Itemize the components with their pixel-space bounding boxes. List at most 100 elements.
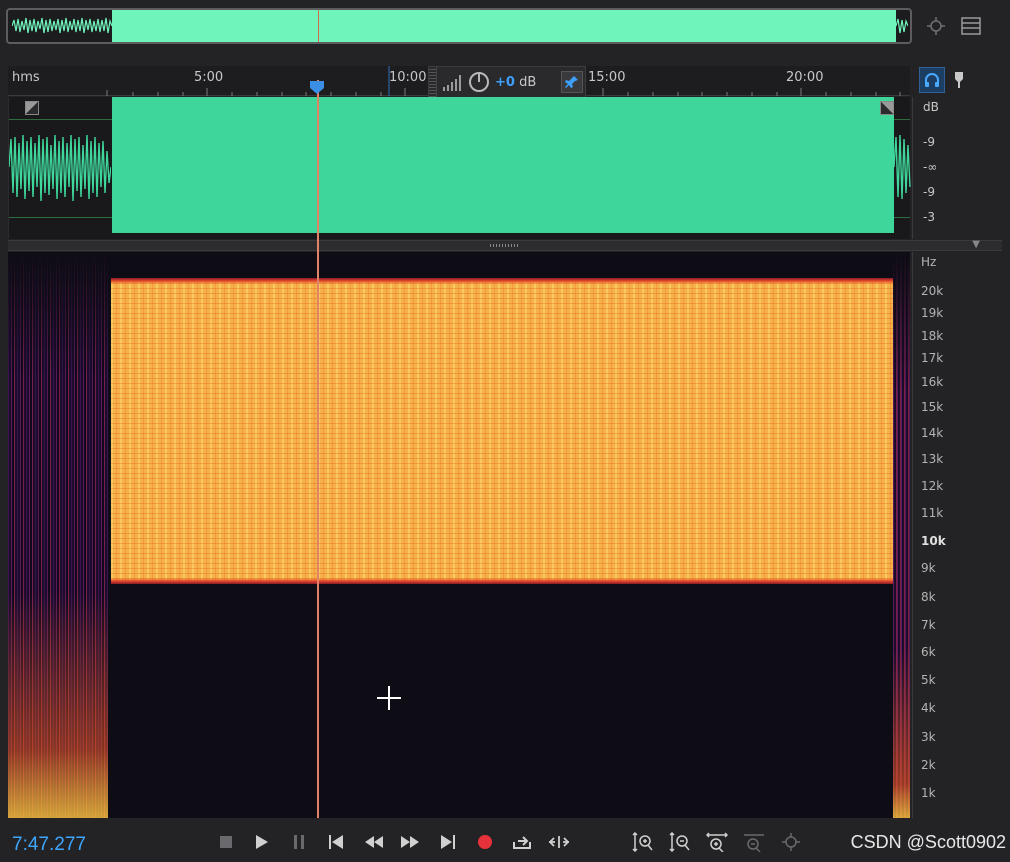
playhead-line[interactable] bbox=[317, 80, 319, 818]
db-unit: dB bbox=[923, 100, 939, 114]
zoom-in-amplitude-icon bbox=[632, 832, 653, 852]
rewind-button[interactable] bbox=[361, 830, 387, 854]
zoom-out-amplitude-icon bbox=[669, 832, 690, 852]
pause-icon bbox=[294, 835, 304, 849]
playhead-handle[interactable] bbox=[309, 80, 325, 94]
transport-bar: 7:47.277 CSDN @Scott0902 bbox=[0, 822, 1010, 862]
hz-label: 18k bbox=[921, 329, 944, 343]
waveform-selection[interactable] bbox=[112, 97, 894, 233]
zoom-out-time-button[interactable] bbox=[741, 830, 767, 854]
pin-icon bbox=[565, 76, 578, 88]
fast-forward-button[interactable] bbox=[397, 830, 423, 854]
level-bars-icon bbox=[443, 75, 461, 91]
menu-list-icon[interactable] bbox=[959, 14, 983, 38]
overview-playhead bbox=[318, 10, 319, 42]
pause-button[interactable] bbox=[286, 830, 312, 854]
hz-label: 6k bbox=[921, 645, 936, 659]
hz-label: 19k bbox=[921, 306, 944, 320]
splitter-grip[interactable] bbox=[490, 244, 518, 247]
crosshair-cursor bbox=[388, 686, 390, 710]
zoom-out-time-icon bbox=[744, 834, 764, 852]
waveform-view[interactable] bbox=[8, 97, 911, 239]
hz-label: 15k bbox=[921, 400, 944, 414]
rewind-icon bbox=[365, 836, 383, 848]
spectrogram-band bbox=[111, 278, 893, 584]
spectrogram-left-noise bbox=[8, 252, 108, 818]
record-icon bbox=[478, 835, 492, 849]
zoom-selection-button[interactable] bbox=[778, 830, 804, 854]
gain-value: +0 bbox=[495, 74, 515, 90]
loop-export-icon bbox=[513, 836, 531, 849]
hz-label: 9k bbox=[921, 561, 936, 575]
headphones-icon[interactable] bbox=[919, 67, 945, 93]
ruler-label: 5:00 bbox=[194, 70, 224, 85]
hz-label: 5k bbox=[921, 673, 936, 687]
waveform-left bbox=[9, 134, 111, 202]
ruler-unit: hms bbox=[12, 70, 40, 85]
overview-selection[interactable] bbox=[112, 10, 896, 42]
db-label: -9 bbox=[923, 135, 935, 149]
skip-to-start-button[interactable] bbox=[323, 830, 349, 854]
overview-navigator[interactable] bbox=[6, 8, 912, 44]
skip-back-icon bbox=[329, 835, 343, 849]
gain-hud[interactable]: +0 dB bbox=[428, 66, 586, 98]
panel-splitter[interactable]: ▼ bbox=[8, 239, 1002, 251]
zoom-fit-icon[interactable] bbox=[924, 14, 948, 38]
zoom-in-amplitude-button[interactable] bbox=[630, 830, 656, 854]
gain-knob-icon[interactable] bbox=[467, 70, 491, 94]
hz-label: 14k bbox=[921, 426, 944, 440]
hz-label: 1k bbox=[921, 786, 936, 800]
hz-label: 7k bbox=[921, 618, 936, 632]
skip-forward-icon bbox=[441, 835, 455, 849]
db-label: -3 bbox=[923, 210, 935, 224]
db-label: -9 bbox=[923, 185, 935, 199]
hz-unit: Hz bbox=[921, 255, 937, 269]
ruler-label: 15:00 bbox=[588, 70, 626, 85]
hz-label: 20k bbox=[921, 284, 944, 298]
hz-label: 16k bbox=[921, 375, 944, 389]
loop-button[interactable] bbox=[509, 830, 535, 854]
fast-forward-icon bbox=[401, 836, 419, 848]
db-scale: dB -9 -∞ -9 -3 bbox=[912, 97, 1002, 239]
overview-waveform-right bbox=[896, 18, 908, 34]
zoom-in-time-icon bbox=[706, 832, 728, 852]
hz-label: 11k bbox=[921, 506, 944, 520]
pin-hud-button[interactable] bbox=[561, 71, 583, 93]
hz-label: 4k bbox=[921, 701, 936, 715]
stop-button[interactable] bbox=[213, 830, 239, 854]
watermark-text: CSDN @Scott0902 bbox=[850, 832, 1006, 852]
overview-waveform-left bbox=[12, 17, 112, 34]
spectrogram-view[interactable] bbox=[8, 252, 910, 818]
skip-button[interactable] bbox=[546, 830, 572, 854]
ruler-label: 20:00 bbox=[786, 70, 824, 85]
skip-to-end-button[interactable] bbox=[435, 830, 461, 854]
time-readout[interactable]: 7:47.277 bbox=[12, 834, 86, 856]
waveform-right bbox=[894, 134, 911, 200]
ruler-label: 10:00 bbox=[389, 70, 427, 85]
zoom-out-amplitude-button[interactable] bbox=[667, 830, 693, 854]
hud-grip[interactable] bbox=[429, 67, 437, 97]
spectrogram-right-noise bbox=[893, 252, 910, 818]
frequency-scale: Hz 20k 19k 18k 17k 16k 15k 14k 13k 12k 11k 10k 9k 8k… bbox=[912, 252, 1002, 818]
marker-pin-icon[interactable] bbox=[946, 67, 972, 93]
hz-label: 2k bbox=[921, 758, 936, 772]
fade-out-handle[interactable] bbox=[880, 101, 894, 115]
fade-in-handle[interactable] bbox=[25, 101, 39, 115]
zoom-in-time-button[interactable] bbox=[704, 830, 730, 854]
hz-label: 10k bbox=[921, 534, 946, 548]
gain-readout[interactable]: +0 dB bbox=[495, 75, 536, 90]
record-button[interactable] bbox=[472, 830, 498, 854]
hz-label: 3k bbox=[921, 730, 936, 744]
gain-unit: dB bbox=[519, 74, 537, 90]
hz-label: 8k bbox=[921, 590, 936, 604]
play-button[interactable] bbox=[249, 830, 275, 854]
hz-label: 12k bbox=[921, 479, 944, 493]
chevron-down-icon[interactable]: ▼ bbox=[972, 239, 980, 250]
zoom-selection-icon bbox=[782, 833, 800, 851]
hz-label: 17k bbox=[921, 351, 944, 365]
skip-icon bbox=[548, 836, 570, 848]
db-label: -∞ bbox=[923, 160, 938, 174]
hz-label: 13k bbox=[921, 452, 944, 466]
play-icon bbox=[256, 835, 268, 849]
stop-icon bbox=[220, 836, 232, 848]
